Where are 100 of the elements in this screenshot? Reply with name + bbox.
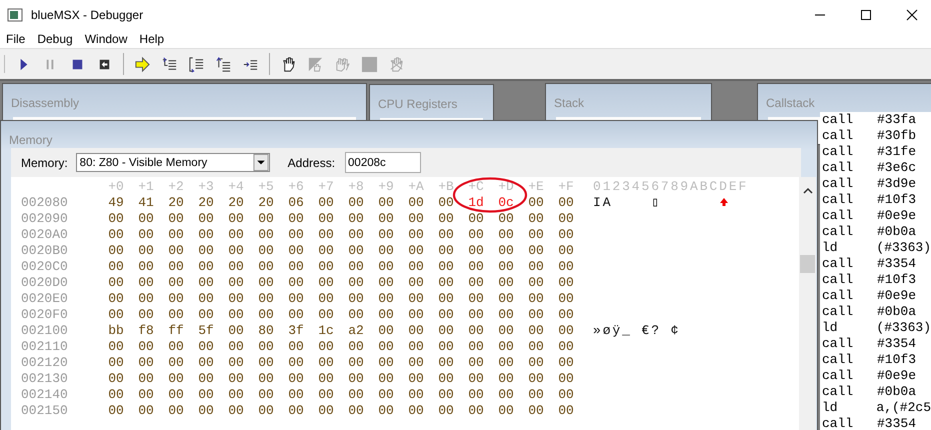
byte-cell-text: 00: [497, 243, 515, 259]
byte-cell-text: 00: [347, 227, 365, 243]
byte-cell-text: 00: [527, 243, 545, 259]
byte-cell-text: 00: [167, 339, 185, 355]
byte-cell-text: a2: [347, 323, 365, 339]
byte-cell-text: 00: [197, 227, 215, 243]
byte-cell-text: 00: [407, 371, 425, 387]
byte-cell-text: 00: [287, 371, 305, 387]
byte-cell-text: 00: [467, 403, 485, 419]
menu-item[interactable]: Help: [133, 30, 170, 48]
row-address: 002120: [21, 355, 69, 371]
byte-cell-text: 00: [557, 259, 575, 275]
step-into-icon[interactable]: [161, 56, 178, 72]
column-header: +7: [317, 179, 335, 195]
byte-cell-text: 00: [557, 227, 575, 243]
byte-cell-text: 00: [317, 291, 335, 307]
byte-cell-text: 00: [497, 339, 515, 355]
arrow-right-icon[interactable]: [134, 56, 151, 72]
byte-cell-text: 00: [257, 275, 275, 291]
byte-cell-text: 00: [557, 211, 575, 227]
byte-cell-text: 00: [257, 403, 275, 419]
callstack-operand: (#3363): [876, 240, 931, 256]
byte-cell-text: 00: [467, 259, 485, 275]
byte-cell-text: 00: [107, 355, 125, 371]
memory-title: Memory: [9, 133, 52, 147]
byte-cell-text: 00: [107, 275, 125, 291]
byte-cell-text: 00: [437, 291, 455, 307]
scrollbar-thumb[interactable]: [800, 255, 815, 273]
memory-dropdown[interactable]: 80: Z80 - Visible Memory: [76, 153, 270, 172]
byte-cell-text: 00: [137, 371, 155, 387]
step-out-icon[interactable]: [215, 56, 232, 72]
byte-cell-text: 00: [317, 403, 335, 419]
callstack-operand: a,(#2c5: [876, 400, 931, 416]
callstack-operand: #0b0a: [877, 304, 916, 320]
row-address: 002150: [21, 403, 69, 419]
callstack-instruction: call: [822, 160, 854, 176]
menu-item[interactable]: Window: [78, 30, 134, 48]
byte-cell-text: 00: [227, 211, 245, 227]
byte-cell-text: 00: [557, 403, 575, 419]
menu-item[interactable]: File: [0, 30, 32, 48]
byte-cell-text: 00: [377, 259, 395, 275]
byte-cell-text: 00: [377, 211, 395, 227]
byte-cell-text: 00: [317, 339, 335, 355]
byte-cell-text: 00: [557, 371, 575, 387]
address-field[interactable]: 00208c: [345, 152, 422, 173]
byte-cell-text: 00: [467, 243, 485, 259]
byte-cell-text: 00: [287, 275, 305, 291]
byte-cell-text: 00: [167, 355, 185, 371]
byte-cell-text: 00: [167, 259, 185, 275]
callstack-operand: #3354: [877, 256, 916, 272]
byte-cell-text: 00: [197, 291, 215, 307]
byte-cell-text: 1d: [467, 195, 485, 211]
column-header: +6: [287, 179, 305, 195]
column-header: +2: [167, 179, 185, 195]
byte-cell-text: 00: [467, 275, 485, 291]
close-icon[interactable]: [906, 9, 918, 21]
byte-cell-text: 1c: [317, 323, 335, 339]
byte-cell-text: 00: [137, 403, 155, 419]
byte-cell-text: 00: [257, 227, 275, 243]
byte-cell-text: 00: [347, 275, 365, 291]
scroll-up-icon[interactable]: [803, 187, 813, 195]
byte-cell-text: 00: [437, 371, 455, 387]
scrollbar[interactable]: [799, 177, 816, 430]
byte-cell-text: 00: [467, 339, 485, 355]
callstack-operand: #10f3: [877, 272, 916, 288]
byte-cell-text: 3f: [287, 323, 305, 339]
byte-cell-text: 00: [437, 275, 455, 291]
callstack-instruction: call: [822, 192, 854, 208]
byte-cell-text: 00: [197, 211, 215, 227]
byte-cell-text: 00: [407, 323, 425, 339]
byte-cell-text: 00: [137, 307, 155, 323]
byte-cell-text: 00: [137, 355, 155, 371]
byte-cell-text: 00: [167, 227, 185, 243]
maximize-icon[interactable]: [860, 9, 872, 21]
byte-cell-text: 00: [557, 339, 575, 355]
byte-cell-text: 00: [527, 211, 545, 227]
byte-cell-text: 00: [467, 387, 485, 403]
byte-cell-text: 00: [107, 211, 125, 227]
step-over-icon[interactable]: [188, 56, 205, 72]
byte-cell-text: 00: [377, 275, 395, 291]
byte-cell-text: 00: [527, 259, 545, 275]
byte-cell-text: 00: [197, 243, 215, 259]
byte-cell-text: 00: [437, 339, 455, 355]
byte-cell-text: 00: [257, 307, 275, 323]
byte-cell-text: 00: [437, 259, 455, 275]
byte-cell-text: 00: [197, 339, 215, 355]
callstack-instruction: call: [822, 368, 854, 384]
byte-cell-text: 00: [227, 339, 245, 355]
ascii-header: 0123456789ABCDEF: [593, 179, 748, 195]
panel-title: Stack: [554, 96, 584, 110]
byte-cell-text: 00: [197, 275, 215, 291]
byte-cell-text: 00: [167, 275, 185, 291]
byte-cell-text: 00: [497, 403, 515, 419]
callstack-instruction: call: [822, 144, 854, 160]
byte-cell-text: 00: [107, 387, 125, 403]
row-address: 002140: [21, 387, 69, 403]
column-header: +B: [437, 179, 455, 195]
menu-item[interactable]: Debug: [31, 30, 79, 48]
callstack-operand: #0e9e: [877, 368, 916, 384]
callstack-operand: #3e6c: [877, 160, 916, 176]
